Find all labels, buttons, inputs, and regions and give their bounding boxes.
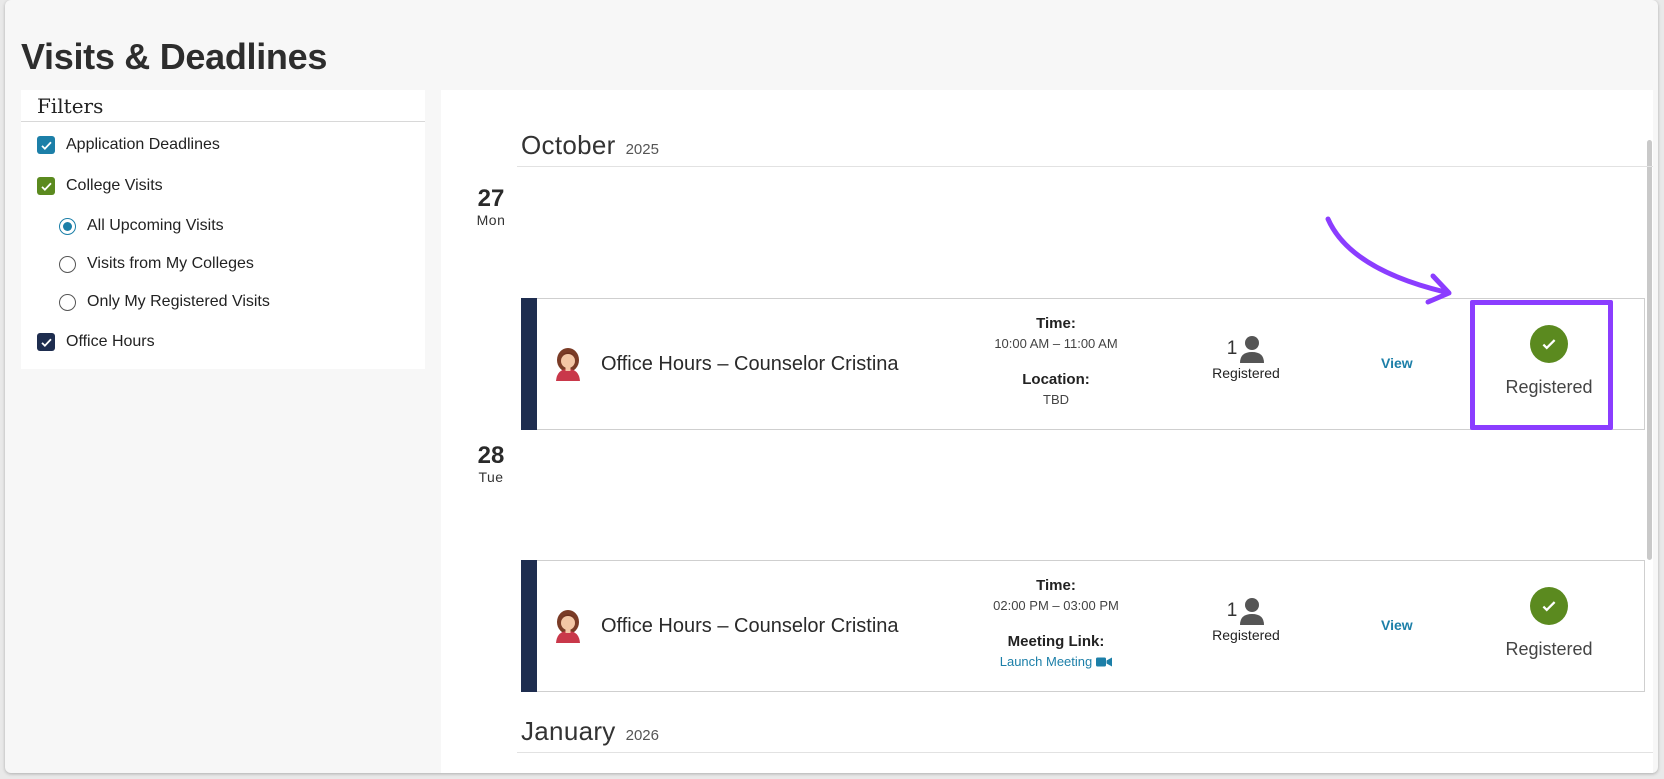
checkbox-checked-icon[interactable]: [37, 333, 55, 351]
event-type-bar: [521, 298, 537, 430]
video-camera-icon: [1096, 657, 1113, 667]
radio-all-upcoming-visits[interactable]: All Upcoming Visits: [59, 217, 224, 235]
time-value: 02:00 PM – 03:00 PM: [993, 598, 1119, 613]
event-details: Time: 02:00 PM – 03:00 PM Meeting Link: …: [981, 576, 1131, 672]
radio-selected-icon[interactable]: [59, 217, 76, 235]
location-label: Location:: [1022, 371, 1090, 388]
view-link[interactable]: View: [1381, 355, 1413, 371]
registration-status: Registered: [1489, 587, 1609, 660]
launch-meeting-link[interactable]: Launch Meeting: [1000, 652, 1113, 672]
filter-label: College Visits: [66, 177, 163, 194]
radio-unselected-icon[interactable]: [59, 255, 76, 273]
annotation-arrow-icon: [1325, 216, 1452, 305]
registered-count: 1 Registered: [1201, 597, 1291, 643]
count-label: Registered: [1212, 365, 1280, 381]
location-value: TBD: [1043, 392, 1069, 407]
day-number: 28: [477, 442, 505, 469]
event-card: Office Hours – Counselor Cristina Time: …: [521, 560, 1645, 692]
event-type-bar: [521, 560, 537, 692]
month-name: October: [521, 130, 616, 160]
checkbox-checked-icon[interactable]: [37, 136, 55, 154]
person-icon: [1240, 598, 1265, 625]
month-year: 2025: [625, 141, 659, 158]
scrollbar[interactable]: [1647, 140, 1652, 560]
annotation-highlight-box: [1470, 300, 1613, 430]
checkbox-checked-icon[interactable]: [37, 177, 55, 195]
filter-label: Office Hours: [66, 333, 155, 350]
filter-application-deadlines[interactable]: Application Deadlines: [37, 136, 220, 154]
time-label: Time:: [1036, 577, 1076, 594]
check-circle-icon: [1530, 587, 1568, 625]
day-label: 27 Mon: [471, 185, 511, 229]
page-title: Visits & Deadlines: [21, 36, 328, 77]
radio-only-my-registered-visits[interactable]: Only My Registered Visits: [59, 293, 270, 311]
month-header: October 2025: [521, 130, 659, 161]
day-of-week: Tue: [478, 469, 504, 485]
day-of-week: Mon: [476, 212, 506, 228]
month-header: January 2026: [521, 716, 659, 747]
status-label: Registered: [1505, 639, 1593, 659]
events-list: October 2025 27 Mon Office Hours – Couns…: [441, 90, 1653, 773]
filter-college-visits[interactable]: College Visits: [37, 177, 163, 195]
radio-label: Visits from My Colleges: [87, 255, 254, 272]
filter-label: Application Deadlines: [66, 136, 220, 153]
person-icon: [1240, 336, 1265, 363]
filters-divider: [21, 121, 425, 122]
view-link[interactable]: View: [1381, 617, 1413, 633]
time-value: 10:00 AM – 11:00 AM: [994, 336, 1118, 351]
month-name: January: [521, 716, 616, 746]
count-label: Registered: [1212, 627, 1280, 643]
counselor-avatar-icon: [556, 348, 580, 381]
month-year: 2026: [625, 727, 659, 744]
month-divider: [517, 166, 1653, 167]
radio-visits-from-my-colleges[interactable]: Visits from My Colleges: [59, 255, 254, 273]
day-number: 27: [477, 185, 505, 212]
radio-label: Only My Registered Visits: [87, 293, 270, 310]
filter-office-hours[interactable]: Office Hours: [37, 333, 155, 351]
day-label: 28 Tue: [471, 442, 511, 486]
meeting-link-label: Meeting Link:: [1007, 633, 1105, 650]
event-details: Time: 10:00 AM – 11:00 AM Location: TBD: [981, 314, 1131, 426]
registered-count: 1 Registered: [1201, 335, 1291, 381]
app-window: Visits & Deadlines Filters Application D…: [5, 0, 1658, 773]
counselor-avatar-icon: [556, 610, 580, 643]
radio-unselected-icon[interactable]: [59, 293, 76, 311]
time-label: Time:: [1036, 315, 1076, 332]
launch-meeting-text: Launch Meeting: [999, 654, 1093, 669]
month-divider: [517, 752, 1653, 753]
count-number: 1: [1226, 600, 1238, 621]
count-number: 1: [1226, 338, 1238, 359]
event-title: Office Hours – Counselor Cristina: [601, 615, 899, 637]
radio-label: All Upcoming Visits: [87, 217, 224, 234]
filters-title: Filters: [37, 94, 104, 118]
filters-panel: Filters Application Deadlines College Vi…: [21, 90, 425, 369]
event-title: Office Hours – Counselor Cristina: [601, 353, 899, 375]
